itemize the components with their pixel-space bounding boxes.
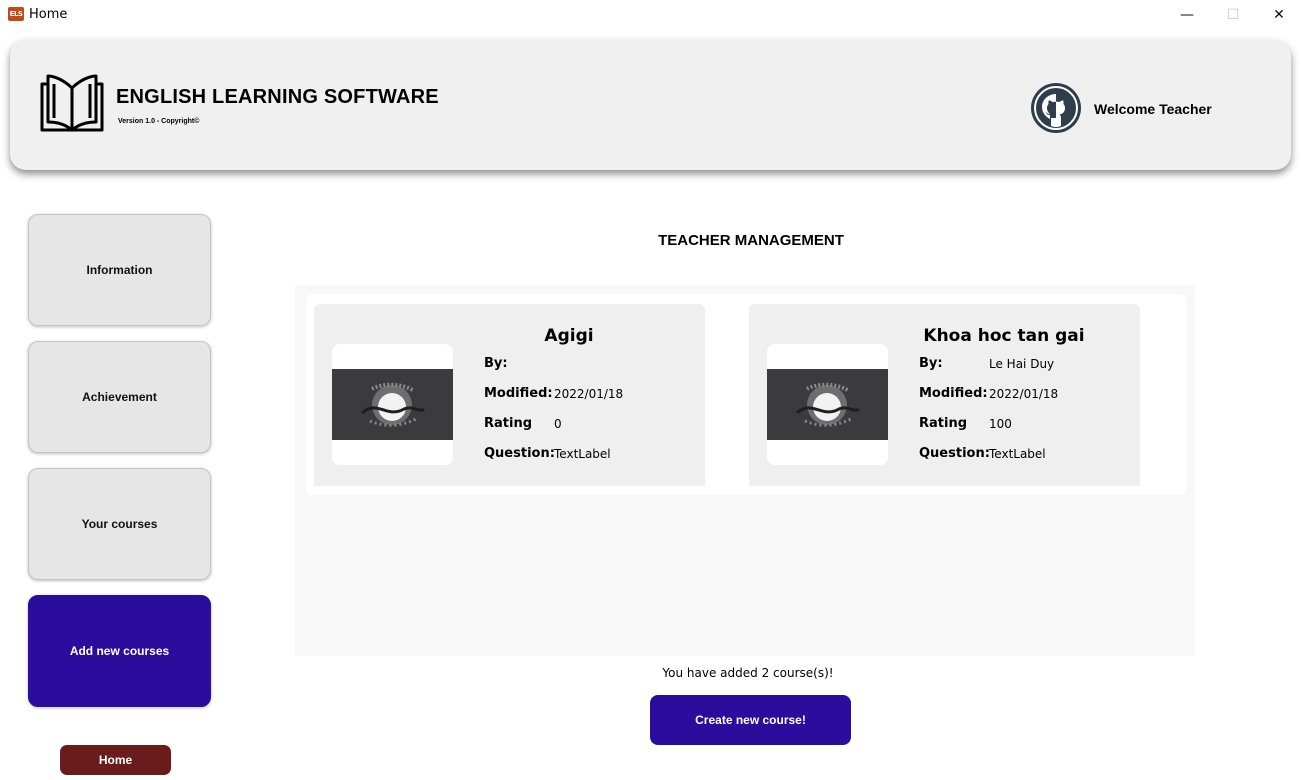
by-label: By: [919, 356, 943, 371]
github-avatar-icon[interactable] [1030, 82, 1082, 134]
courses-panel: Agigi By: Modified: 2022/01/18 Rating 0 … [295, 285, 1195, 656]
course-card[interactable]: Agigi By: Modified: 2022/01/18 Rating 0 … [314, 304, 705, 486]
app-version: Version 1.0 - Copyright© [118, 118, 200, 125]
create-course-button[interactable]: Create new course! [650, 695, 851, 745]
course-name: Khoa hoc tan gai [923, 326, 1085, 346]
course-thumbnail [767, 344, 888, 465]
sidebar-item-achievement[interactable]: Achievement [28, 341, 211, 453]
book-logo-icon [40, 70, 104, 132]
home-button[interactable]: Home [60, 745, 171, 775]
modified-label: Modified: [919, 386, 988, 401]
course-card[interactable]: Khoa hoc tan gai By: Le Hai Duy Modified… [749, 304, 1140, 486]
minimize-button[interactable]: — [1164, 0, 1210, 30]
app-header: ENGLISH LEARNING SOFTWARE Version 1.0 - … [10, 40, 1291, 170]
page-title: TEACHER MANAGEMENT [658, 232, 844, 249]
rating-label: Rating [919, 416, 968, 431]
app-icon: ELS [8, 7, 24, 21]
modified-value: 2022/01/18 [554, 387, 624, 401]
courses-list: Agigi By: Modified: 2022/01/18 Rating 0 … [306, 294, 1186, 495]
sidebar-item-add-new-courses[interactable]: Add new courses [28, 595, 211, 707]
question-label: Question: [919, 446, 990, 461]
course-thumbnail [332, 344, 453, 465]
course-count-text: You have added 2 course(s)! [662, 666, 834, 680]
question-value: TextLabel [989, 447, 1046, 461]
question-value: TextLabel [554, 447, 611, 461]
close-button[interactable]: ✕ [1256, 0, 1301, 30]
window-title: Home [29, 7, 68, 22]
question-label: Question: [484, 446, 555, 461]
course-name: Agigi [544, 326, 594, 346]
app-name: ENGLISH LEARNING SOFTWARE [116, 86, 439, 108]
sidebar-item-information[interactable]: Information [28, 214, 211, 326]
rating-value: 100 [989, 417, 1012, 431]
by-value: Le Hai Duy [989, 357, 1055, 371]
by-label: By: [484, 356, 508, 371]
rating-label: Rating [484, 416, 533, 431]
sidebar-item-your-courses[interactable]: Your courses [28, 468, 211, 580]
maximize-button[interactable]: ☐ [1210, 0, 1256, 30]
modified-value: 2022/01/18 [989, 387, 1059, 401]
rating-value: 0 [554, 417, 562, 431]
welcome-text: Welcome Teacher [1094, 101, 1212, 117]
window-titlebar: ELS Home — ☐ ✕ [0, 0, 1301, 30]
modified-label: Modified: [484, 386, 553, 401]
